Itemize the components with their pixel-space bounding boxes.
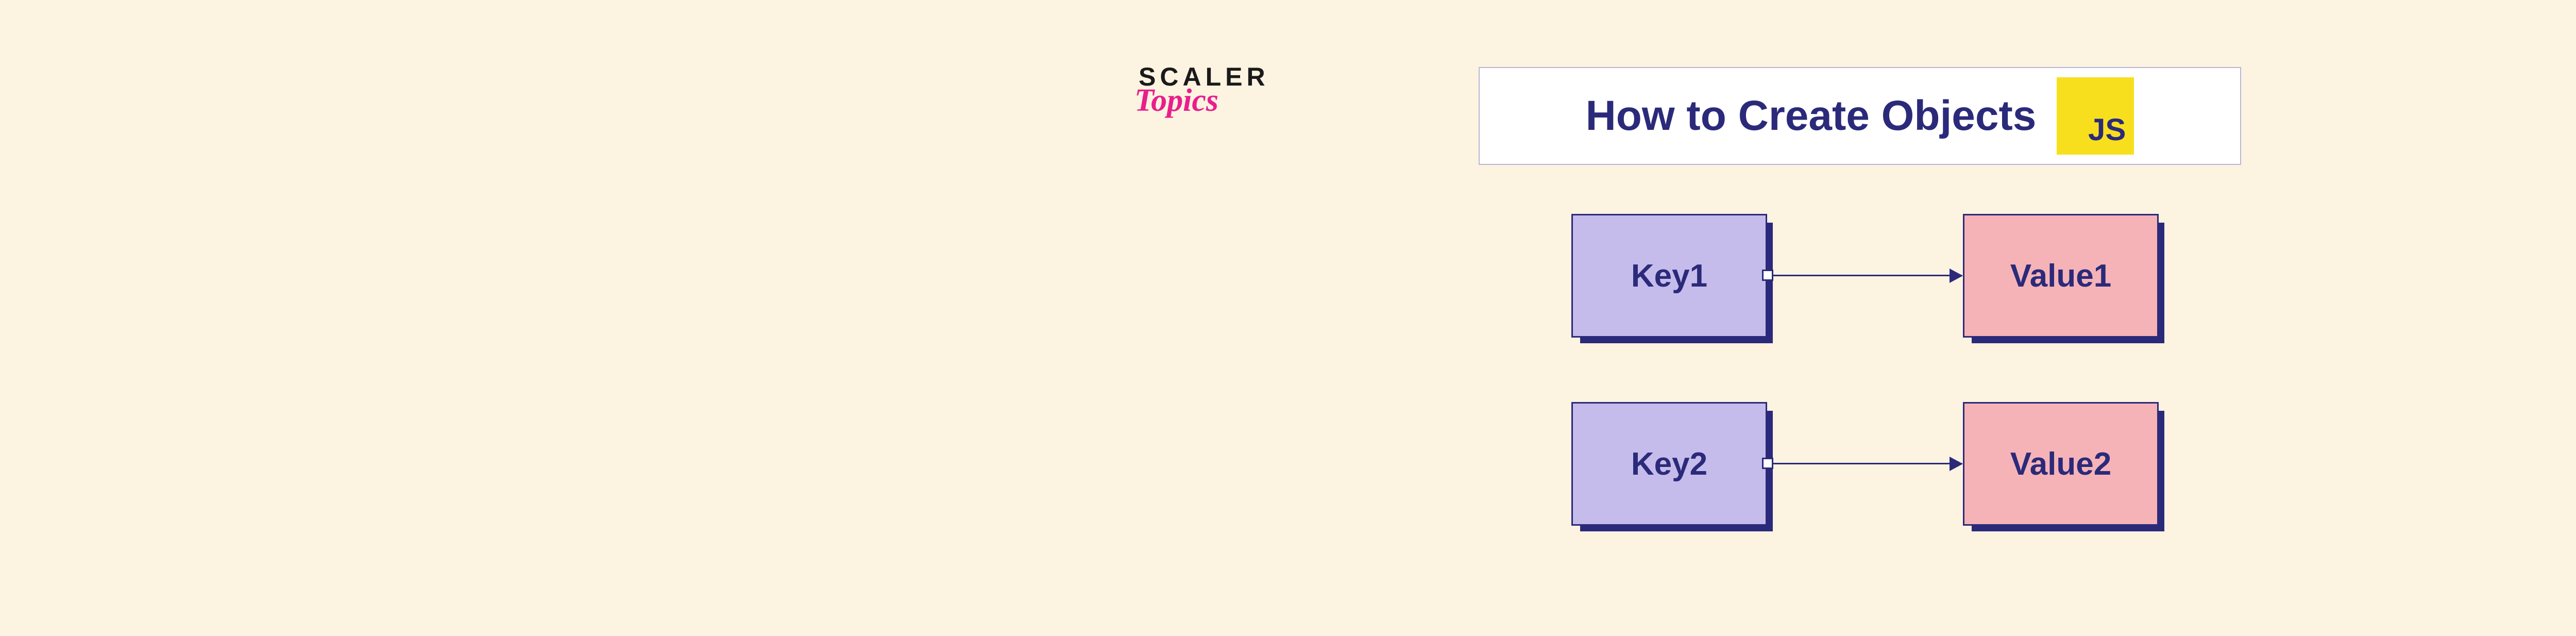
key1-box: Key1 [1571,214,1767,338]
arrow-head-icon [1950,457,1963,471]
js-badge-text: JS [2088,112,2126,147]
value2-box: Value2 [1963,402,2159,526]
scaler-topics-logo: SCALER Topics [1139,62,1269,119]
arrow-key1-to-value1 [1768,275,1962,276]
key2-label: Key2 [1631,446,1707,482]
arrow-key2-to-value2 [1768,463,1962,464]
key2-box: Key2 [1571,402,1767,526]
key1-label: Key1 [1631,258,1707,294]
arrow-start-icon [1762,270,1773,281]
value1-box: Value1 [1963,214,2159,338]
value1-label: Value1 [2010,258,2111,294]
title-text: How to Create Objects [1586,92,2037,140]
title-box: How to Create Objects JS [1479,67,2241,165]
arrow-head-icon [1950,269,1963,283]
value2-label: Value2 [2010,446,2111,482]
arrow-start-icon [1762,458,1773,469]
js-badge: JS [2057,77,2134,155]
